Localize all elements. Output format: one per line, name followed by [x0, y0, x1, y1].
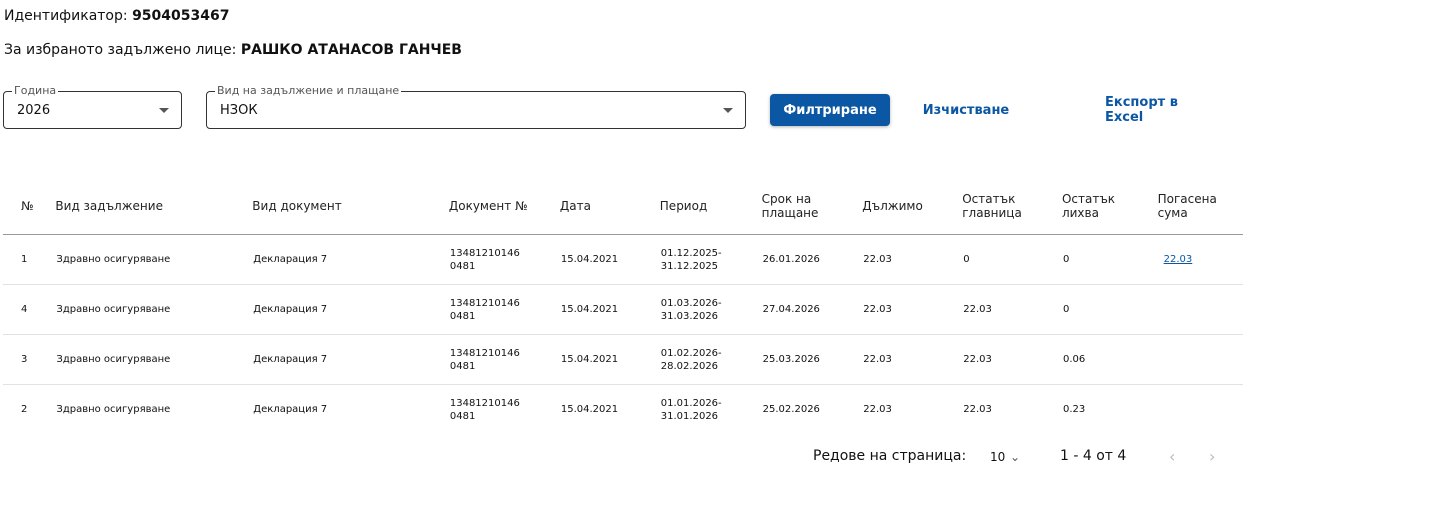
table-row: 2 Здравно осигуряване Декларация 7 13481…	[3, 385, 1243, 435]
cell-obligation: Здравно осигуряване	[55, 234, 253, 285]
identifier-label: Идентификатор:	[4, 8, 133, 24]
year-select-label: Година	[12, 84, 59, 98]
export-excel-button[interactable]: Експорт в Excel	[1105, 94, 1220, 126]
cell-obligation: Здравно осигуряване	[56, 404, 171, 415]
col-header-principal-remaining: Остатък главница	[962, 178, 1062, 235]
col-header-due-date: Срок на плащане	[761, 178, 863, 235]
cell-document-number: 13481210146 0481	[448, 234, 560, 285]
cell-period: 01.03.2026-31.03.2026	[659, 284, 762, 335]
col-header-interest-remaining: Остатък лихва	[1061, 178, 1158, 235]
col-header-document-number: Документ №	[448, 178, 560, 235]
cell-period: 01.01.2026-31.01.2026	[660, 397, 722, 422]
cell-principal: 0	[962, 234, 1062, 285]
col-header-document-type: Вид документ	[252, 178, 449, 235]
cell-date: 15.04.2021	[559, 334, 660, 385]
cell-obligation: Здравно осигуряване	[55, 334, 253, 385]
col-header-paid-amount: Погасена сума	[1157, 178, 1243, 235]
col-header-period: Период	[659, 178, 762, 235]
cell-date: 15.04.2021	[559, 284, 660, 335]
cell-owed: 22.03	[862, 284, 963, 335]
cell-paid: 22.03	[1157, 234, 1243, 285]
paid-amount-link[interactable]: 22.03	[1164, 254, 1193, 265]
cell-principal: 22.03	[963, 404, 992, 415]
cell-number: 4	[3, 284, 56, 335]
identifier-line: Идентификатор: 9504053467	[4, 8, 229, 24]
col-header-date: Дата	[559, 178, 660, 235]
cell-document-number: 13481210146 0481	[449, 397, 520, 422]
cell-document-type: Декларация 7	[252, 284, 449, 335]
cell-document-number: 13481210146 0481	[448, 284, 560, 335]
triangle-down-icon[interactable]	[159, 108, 169, 113]
col-header-number: №	[3, 178, 56, 235]
chevron-down-icon[interactable]: ⌄	[1010, 450, 1020, 464]
cell-due-date: 25.02.2026	[762, 404, 820, 415]
cell-document-type: Декларация 7	[252, 334, 449, 385]
rows-per-page-select[interactable]: 10	[990, 450, 1005, 464]
obligation-type-label: Вид на задължение и плащане	[215, 84, 402, 98]
cell-interest: 0.23	[1062, 404, 1086, 415]
cell-document-number: 13481210146 0481	[448, 334, 560, 385]
cell-interest: 0.06	[1061, 334, 1158, 385]
cell-date: 15.04.2021	[560, 404, 619, 415]
obligor-label: За избраното задължено лице:	[4, 42, 241, 58]
cell-interest: 0	[1061, 284, 1158, 335]
cell-paid	[1158, 385, 1243, 435]
year-select-value: 2026	[17, 103, 51, 118]
obligation-type-value: НЗОК	[220, 103, 258, 118]
cell-owed: 22.03	[862, 234, 963, 285]
cell-number: 1	[3, 234, 56, 285]
chevron-right-icon[interactable]: ›	[1209, 447, 1215, 466]
clear-button[interactable]: Изчистване	[918, 94, 1014, 126]
table-row: 1 Здравно осигуряване Декларация 7 13481…	[3, 234, 1243, 285]
year-select[interactable]: Година 2026	[3, 84, 182, 129]
cell-principal: 22.03	[962, 284, 1062, 335]
obligation-type-select[interactable]: Вид на задължение и плащане НЗОК	[206, 84, 746, 129]
col-header-owed: Дължимо	[862, 178, 963, 235]
cell-number: 2	[21, 404, 28, 415]
identifier-value: 9504053467	[132, 8, 230, 24]
cell-document-type: Декларация 7	[252, 234, 449, 285]
cell-document-type: Декларация 7	[253, 404, 328, 415]
cell-due-date: 25.03.2026	[761, 334, 863, 385]
cell-interest: 0	[1061, 234, 1158, 285]
cell-number: 3	[3, 334, 56, 385]
cell-owed: 22.03	[862, 334, 963, 385]
col-header-obligation-type: Вид задължение	[55, 178, 253, 235]
pagination-range: 1 - 4 от 4	[1060, 448, 1127, 464]
cell-owed: 22.03	[863, 404, 892, 415]
obligations-table: № Вид задължение Вид документ Документ №…	[3, 178, 1243, 434]
cell-principal: 22.03	[962, 334, 1062, 385]
cell-due-date: 26.01.2026	[761, 234, 863, 285]
table-row: 4 Здравно осигуряване Декларация 7 13481…	[3, 284, 1243, 335]
obligor-name: РАШКО АТАНАСОВ ГАНЧЕВ	[240, 42, 462, 58]
obligor-line: За избраното задължено лице: РАШКО АТАНА…	[4, 42, 462, 58]
cell-obligation: Здравно осигуряване	[55, 284, 253, 335]
cell-due-date: 27.04.2026	[761, 284, 863, 335]
cell-period: 01.12.2025-31.12.2025	[659, 234, 762, 285]
cell-period: 01.02.2026-28.02.2026	[659, 334, 762, 385]
triangle-down-icon[interactable]	[723, 108, 733, 113]
cell-paid	[1157, 284, 1243, 335]
cell-paid	[1157, 334, 1243, 385]
table-header-row: № Вид задължение Вид документ Документ №…	[3, 178, 1243, 235]
cell-date: 15.04.2021	[559, 234, 660, 285]
table-row: 3 Здравно осигуряване Декларация 7 13481…	[3, 334, 1243, 385]
rows-per-page-label: Редове на страница:	[813, 448, 967, 464]
filter-button[interactable]: Филтриране	[770, 94, 890, 126]
chevron-left-icon[interactable]: ‹	[1169, 447, 1175, 466]
